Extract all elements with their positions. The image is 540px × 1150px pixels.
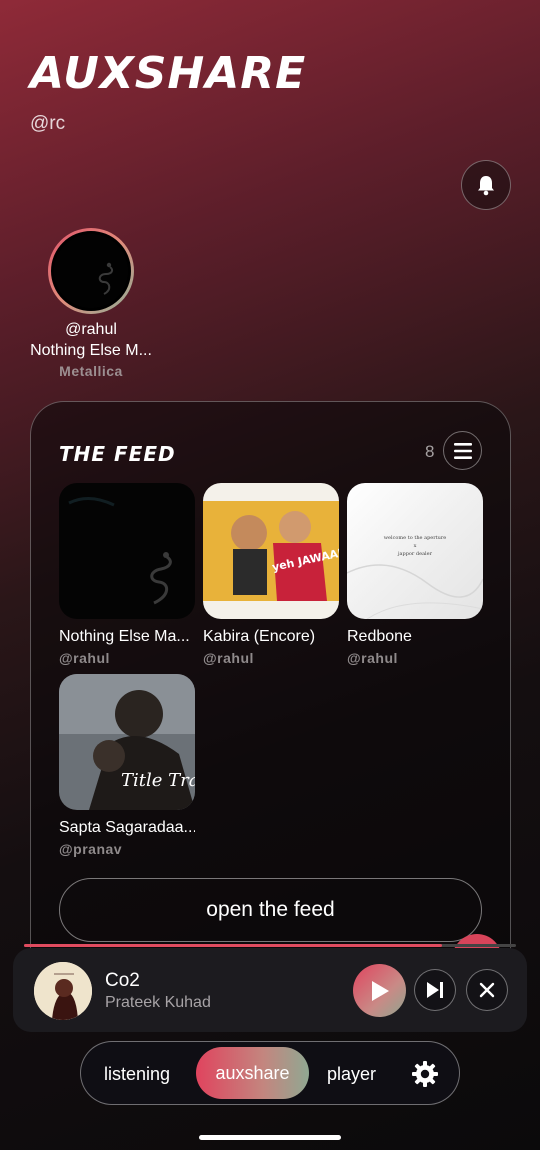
nav-auxshare[interactable]: auxshare <box>196 1047 309 1099</box>
gear-icon <box>412 1061 438 1087</box>
now-playing-title: Co2 <box>105 970 140 991</box>
album-cover-text: welcome to the aperture <box>384 535 446 541</box>
album-art: yeh JAWAANI hai DEEWANI <box>203 483 339 619</box>
story-song: Nothing Else M... <box>30 342 152 359</box>
story-avatar-ring <box>48 228 134 314</box>
feed-item[interactable]: Title Track Sapta Sagaradaa... @pranav <box>59 674 195 857</box>
settings-button[interactable] <box>410 1059 440 1089</box>
feed-item[interactable]: welcome to the aperture x jappor dealer … <box>347 483 483 666</box>
feed-item-title: Nothing Else Ma... <box>59 628 190 645</box>
close-icon <box>479 982 495 998</box>
bell-icon <box>478 176 494 196</box>
story-album-art <box>51 231 131 311</box>
album-art <box>59 483 195 619</box>
feed-title: THE FEED <box>59 442 176 466</box>
close-player-button[interactable] <box>466 969 508 1011</box>
feed-item-title: Kabira (Encore) <box>203 628 316 645</box>
feed-item[interactable]: yeh JAWAANI hai DEEWANI Kabira (Encore) … <box>203 483 339 666</box>
feed-count: 8 <box>425 442 435 461</box>
play-icon <box>371 980 389 1001</box>
feed-menu-button[interactable] <box>443 431 482 470</box>
album-art: welcome to the aperture x jappor dealer <box>347 483 483 619</box>
story-username: @rahul <box>65 321 117 338</box>
feed-item-title: Redbone <box>347 628 412 645</box>
skip-next-button[interactable] <box>414 969 456 1011</box>
album-cover-text: x <box>414 543 417 549</box>
play-button[interactable] <box>353 964 406 1017</box>
story-artist: Metallica <box>59 363 123 379</box>
nav-listening[interactable]: listening <box>104 1064 170 1085</box>
bottom-nav: listening auxshare player <box>80 1041 460 1105</box>
playback-progress-fill <box>24 944 443 947</box>
open-feed-button[interactable]: open the feed <box>59 878 482 942</box>
now-playing-art <box>34 962 92 1020</box>
home-indicator[interactable] <box>199 1135 341 1140</box>
nav-player[interactable]: player <box>327 1064 376 1085</box>
notifications-button[interactable] <box>461 160 511 210</box>
playback-progress[interactable] <box>24 944 516 947</box>
skip-next-icon <box>427 982 443 998</box>
app-title: AUXSHARE <box>30 48 307 99</box>
user-handle: @rc <box>30 113 66 134</box>
album-cover-text: jappor dealer <box>397 551 433 557</box>
feed-item[interactable]: Nothing Else Ma... @rahul <box>59 483 195 666</box>
mini-player[interactable]: Co2 Prateek Kuhad <box>13 948 527 1032</box>
feed-item-user: @rahul <box>347 650 398 666</box>
feed-item-user: @rahul <box>59 650 110 666</box>
feed-item-user: @rahul <box>203 650 254 666</box>
album-art: Title Track <box>59 674 195 810</box>
feed-card: THE FEED 8 Nothing Else Ma... @rahul yeh… <box>30 401 511 1001</box>
album-cover-text: Title Track <box>121 770 195 791</box>
feed-item-title: Sapta Sagaradaa... <box>59 819 195 836</box>
menu-icon <box>453 442 472 459</box>
now-playing-artist: Prateek Kuhad <box>105 994 211 1011</box>
feed-item-user: @pranav <box>59 841 123 857</box>
story-item[interactable]: @rahul Nothing Else M... Metallica <box>20 228 162 379</box>
